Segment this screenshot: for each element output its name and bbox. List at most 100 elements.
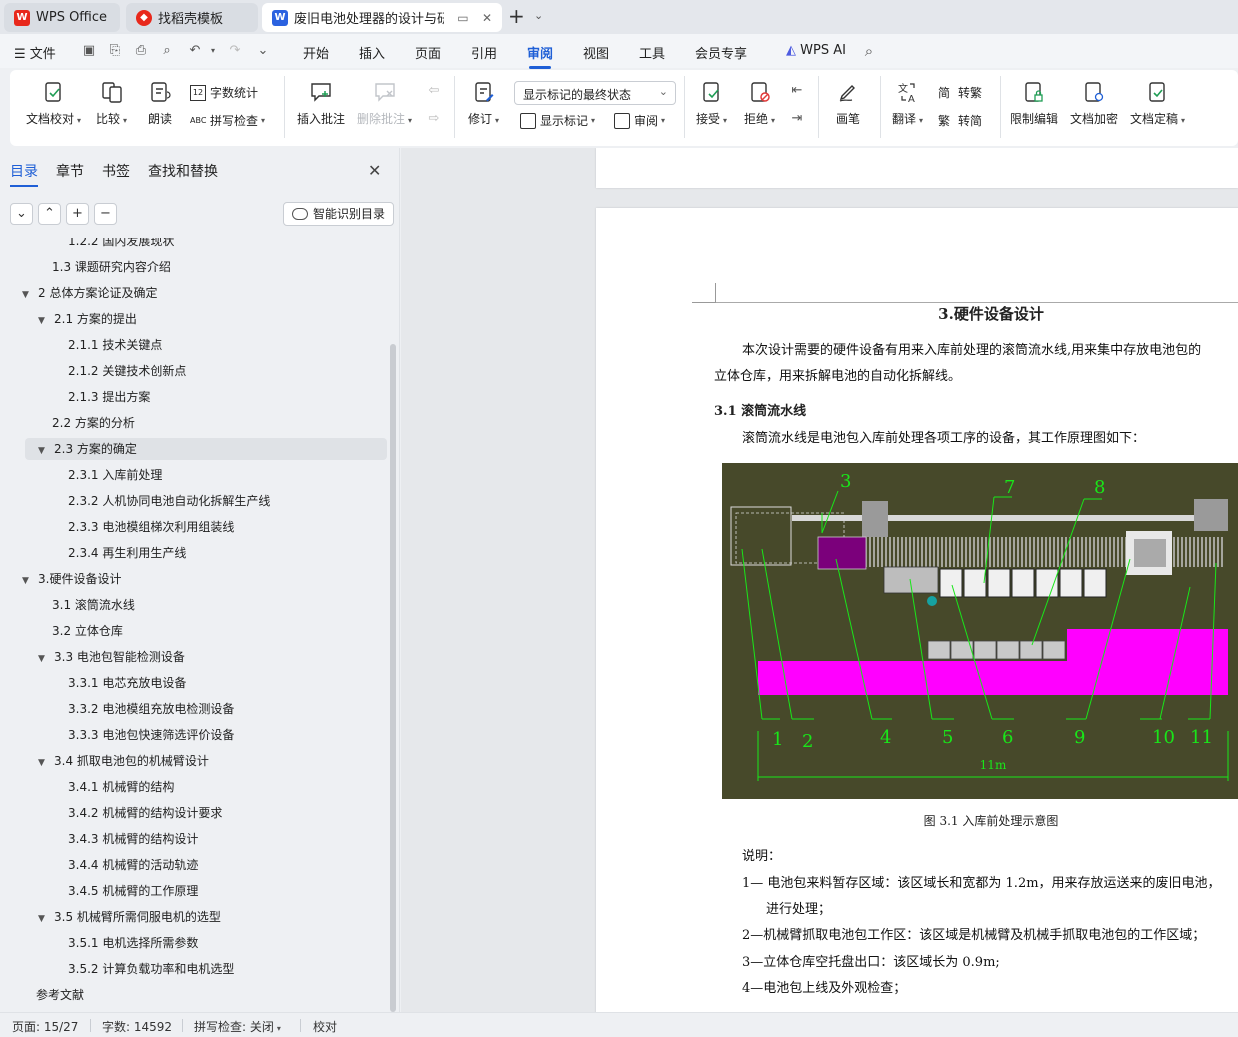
next-change-icon[interactable]: ⇥: [790, 112, 804, 126]
monitor-icon[interactable]: ▭: [451, 11, 468, 25]
search-icon[interactable]: ⌕: [862, 44, 876, 59]
toc-item[interactable]: 3.4.3 机械臂的结构设计: [68, 828, 198, 850]
menu-member[interactable]: 会员专享: [695, 43, 747, 62]
menu-home[interactable]: 开始: [303, 43, 329, 62]
accept-button[interactable]: 接受 ▾: [696, 80, 727, 127]
nav-tab-find-replace[interactable]: 查找和替换: [148, 161, 218, 181]
menu-insert[interactable]: 插入: [359, 43, 385, 62]
track-changes-button[interactable]: 修订 ▾: [468, 80, 499, 127]
delete-comment-button[interactable]: 删除批注 ▾: [357, 80, 412, 127]
proofread-button[interactable]: 文档校对 ▾: [26, 80, 81, 127]
toc-item[interactable]: ▼ 3.3 电池包智能检测设备: [38, 646, 185, 668]
menu-view[interactable]: 视图: [583, 43, 609, 62]
wps-ai-button[interactable]: ◭ WPS AI: [786, 43, 846, 58]
expand-triangle-icon[interactable]: ▼: [38, 752, 50, 774]
show-markup-button[interactable]: 显示标记 ▾: [520, 112, 595, 129]
word-count-button[interactable]: 12 字数统计: [190, 84, 258, 101]
expand-triangle-icon[interactable]: ▼: [38, 648, 50, 670]
toc-item[interactable]: 3.3.3 电池包快速筛选评价设备: [68, 724, 234, 746]
document-area[interactable]: 3.硬件设备设计 本次设计需要的硬件设备有用来入库前处理的滚筒流水线,用来集中存…: [401, 148, 1238, 1012]
toc-item[interactable]: ▼ 3.硬件设备设计: [22, 568, 121, 590]
next-comment-icon[interactable]: ⇨: [427, 112, 441, 126]
remove-heading-icon[interactable]: −: [94, 203, 117, 225]
undo-dropdown-icon[interactable]: ▾: [206, 44, 220, 58]
expand-triangle-icon[interactable]: ▼: [22, 570, 34, 592]
ink-button[interactable]: 画笔: [836, 80, 860, 127]
toc-item[interactable]: 3.2 立体仓库: [52, 620, 123, 642]
print-icon[interactable]: ⎙: [134, 44, 148, 58]
add-heading-icon[interactable]: +: [66, 203, 89, 225]
toc-item[interactable]: 2.1.2 关键技术创新点: [68, 360, 186, 382]
toc-item[interactable]: 3.5.1 电机选择所需参数: [68, 932, 198, 954]
previous-change-icon[interactable]: ⇤: [790, 84, 804, 98]
undo-icon[interactable]: ↶: [188, 44, 202, 58]
expand-triangle-icon[interactable]: ▼: [22, 284, 34, 306]
toc-item[interactable]: 1.3 课题研究内容介绍: [52, 256, 171, 278]
spell-check-status[interactable]: 拼写检查: 关闭 ▾: [194, 1018, 281, 1035]
finalize-button[interactable]: 文档定稿 ▾: [1130, 80, 1185, 127]
toc-item[interactable]: 2.3.2 人机协同电池自动化拆解生产线: [68, 490, 270, 512]
toc-item[interactable]: ▼ 3.5 机械臂所需伺服电机的选型: [38, 906, 221, 928]
nav-tab-sections[interactable]: 章节: [56, 161, 84, 181]
toc-item[interactable]: 2.2 方案的分析: [52, 412, 135, 434]
smart-toc-button[interactable]: 智能识别目录: [283, 202, 395, 226]
review-pane-button[interactable]: 审阅 ▾: [614, 112, 665, 129]
nav-tab-bookmarks[interactable]: 书签: [102, 161, 130, 181]
toc-item[interactable]: 1.2.2 国内发展现状: [68, 238, 174, 252]
tab-docer-templates[interactable]: ◆ 找稻壳模板: [126, 3, 258, 32]
page-indicator[interactable]: 页面: 15/27: [12, 1018, 78, 1035]
toc-item[interactable]: 3.4.4 机械臂的活动轨迹: [68, 854, 198, 876]
expand-triangle-icon[interactable]: ▼: [38, 440, 50, 462]
reject-button[interactable]: 拒绝 ▾: [744, 80, 775, 127]
to-simplified-button[interactable]: 繁转简: [938, 112, 982, 129]
collapse-icon[interactable]: ⌃: [38, 203, 61, 225]
compare-button[interactable]: 比较 ▾: [96, 80, 127, 127]
toc-item[interactable]: 3.1 滚筒流水线: [52, 594, 135, 616]
file-menu[interactable]: ☰ 文件: [14, 43, 56, 62]
previous-comment-icon[interactable]: ⇦: [427, 84, 441, 98]
translate-button[interactable]: 文A 翻译 ▾: [892, 80, 923, 127]
document-page[interactable]: 3.硬件设备设计 本次设计需要的硬件设备有用来入库前处理的滚筒流水线,用来集中存…: [596, 208, 1238, 1012]
insert-comment-button[interactable]: 插入批注: [297, 80, 345, 127]
tab-wps-office[interactable]: W WPS Office: [4, 3, 120, 32]
encrypt-button[interactable]: 文档加密: [1070, 80, 1118, 127]
toc-item[interactable]: 2.3.1 入库前处理: [68, 464, 162, 486]
toc-item[interactable]: 3.4.2 机械臂的结构设计要求: [68, 802, 222, 824]
menu-tools[interactable]: 工具: [639, 43, 665, 62]
toc-item[interactable]: 2.3.3 电池模组梯次利用组装线: [68, 516, 234, 538]
menu-review[interactable]: 审阅: [527, 43, 553, 69]
restrict-edit-button[interactable]: 限制编辑: [1010, 80, 1058, 127]
toc-item[interactable]: 3.3.2 电池模组充放电检测设备: [68, 698, 234, 720]
toc-item[interactable]: 3.4.5 机械臂的工作原理: [68, 880, 198, 902]
toc-item[interactable]: 2.1.3 提出方案: [68, 386, 150, 408]
tab-list-chevron-icon[interactable]: ⌄: [534, 9, 543, 22]
save-icon[interactable]: ▣: [82, 44, 96, 58]
word-count-indicator[interactable]: 字数: 14592: [102, 1018, 172, 1035]
more-chevron-icon[interactable]: ⌄: [256, 44, 270, 58]
new-tab-icon[interactable]: +: [508, 6, 525, 26]
proof-status[interactable]: 校对: [313, 1018, 337, 1035]
toc-item[interactable]: 2.3.4 再生利用生产线: [68, 542, 186, 564]
nav-tab-toc[interactable]: 目录: [10, 161, 38, 187]
menu-references[interactable]: 引用: [471, 43, 497, 62]
toc-item[interactable]: 2.1.1 技术关键点: [68, 334, 162, 356]
toc-item[interactable]: ▼ 2.1 方案的提出: [38, 308, 137, 330]
export-icon[interactable]: ⎘: [108, 44, 122, 58]
redo-icon[interactable]: ↷: [228, 44, 242, 58]
toc-item[interactable]: 参考文献: [36, 984, 84, 1006]
nav-scrollbar[interactable]: [390, 344, 396, 1012]
to-traditional-button[interactable]: 简转繁: [938, 84, 982, 101]
tab-current-document[interactable]: W 废旧电池处理器的设计与研究 ▭ ✕: [262, 3, 502, 32]
expand-triangle-icon[interactable]: ▼: [38, 310, 50, 332]
toc-item[interactable]: 3.5.2 计算负载功率和电机选型: [68, 958, 234, 980]
toc-item[interactable]: 3.4.1 机械臂的结构: [68, 776, 174, 798]
toc-item[interactable]: ▼ 3.4 抓取电池包的机械臂设计: [38, 750, 209, 772]
spell-check-button[interactable]: ABC 拼写检查 ▾: [190, 112, 265, 129]
read-aloud-button[interactable]: 朗读: [148, 80, 172, 127]
close-panel-icon[interactable]: ✕: [368, 161, 381, 180]
expand-triangle-icon[interactable]: ▼: [38, 908, 50, 930]
close-tab-icon[interactable]: ✕: [476, 11, 492, 25]
toc-item[interactable]: ▼ 2.3 方案的确定: [25, 438, 387, 460]
toc-item[interactable]: ▼ 2 总体方案论证及确定: [22, 282, 157, 304]
print-preview-icon[interactable]: ⌕: [160, 44, 174, 58]
